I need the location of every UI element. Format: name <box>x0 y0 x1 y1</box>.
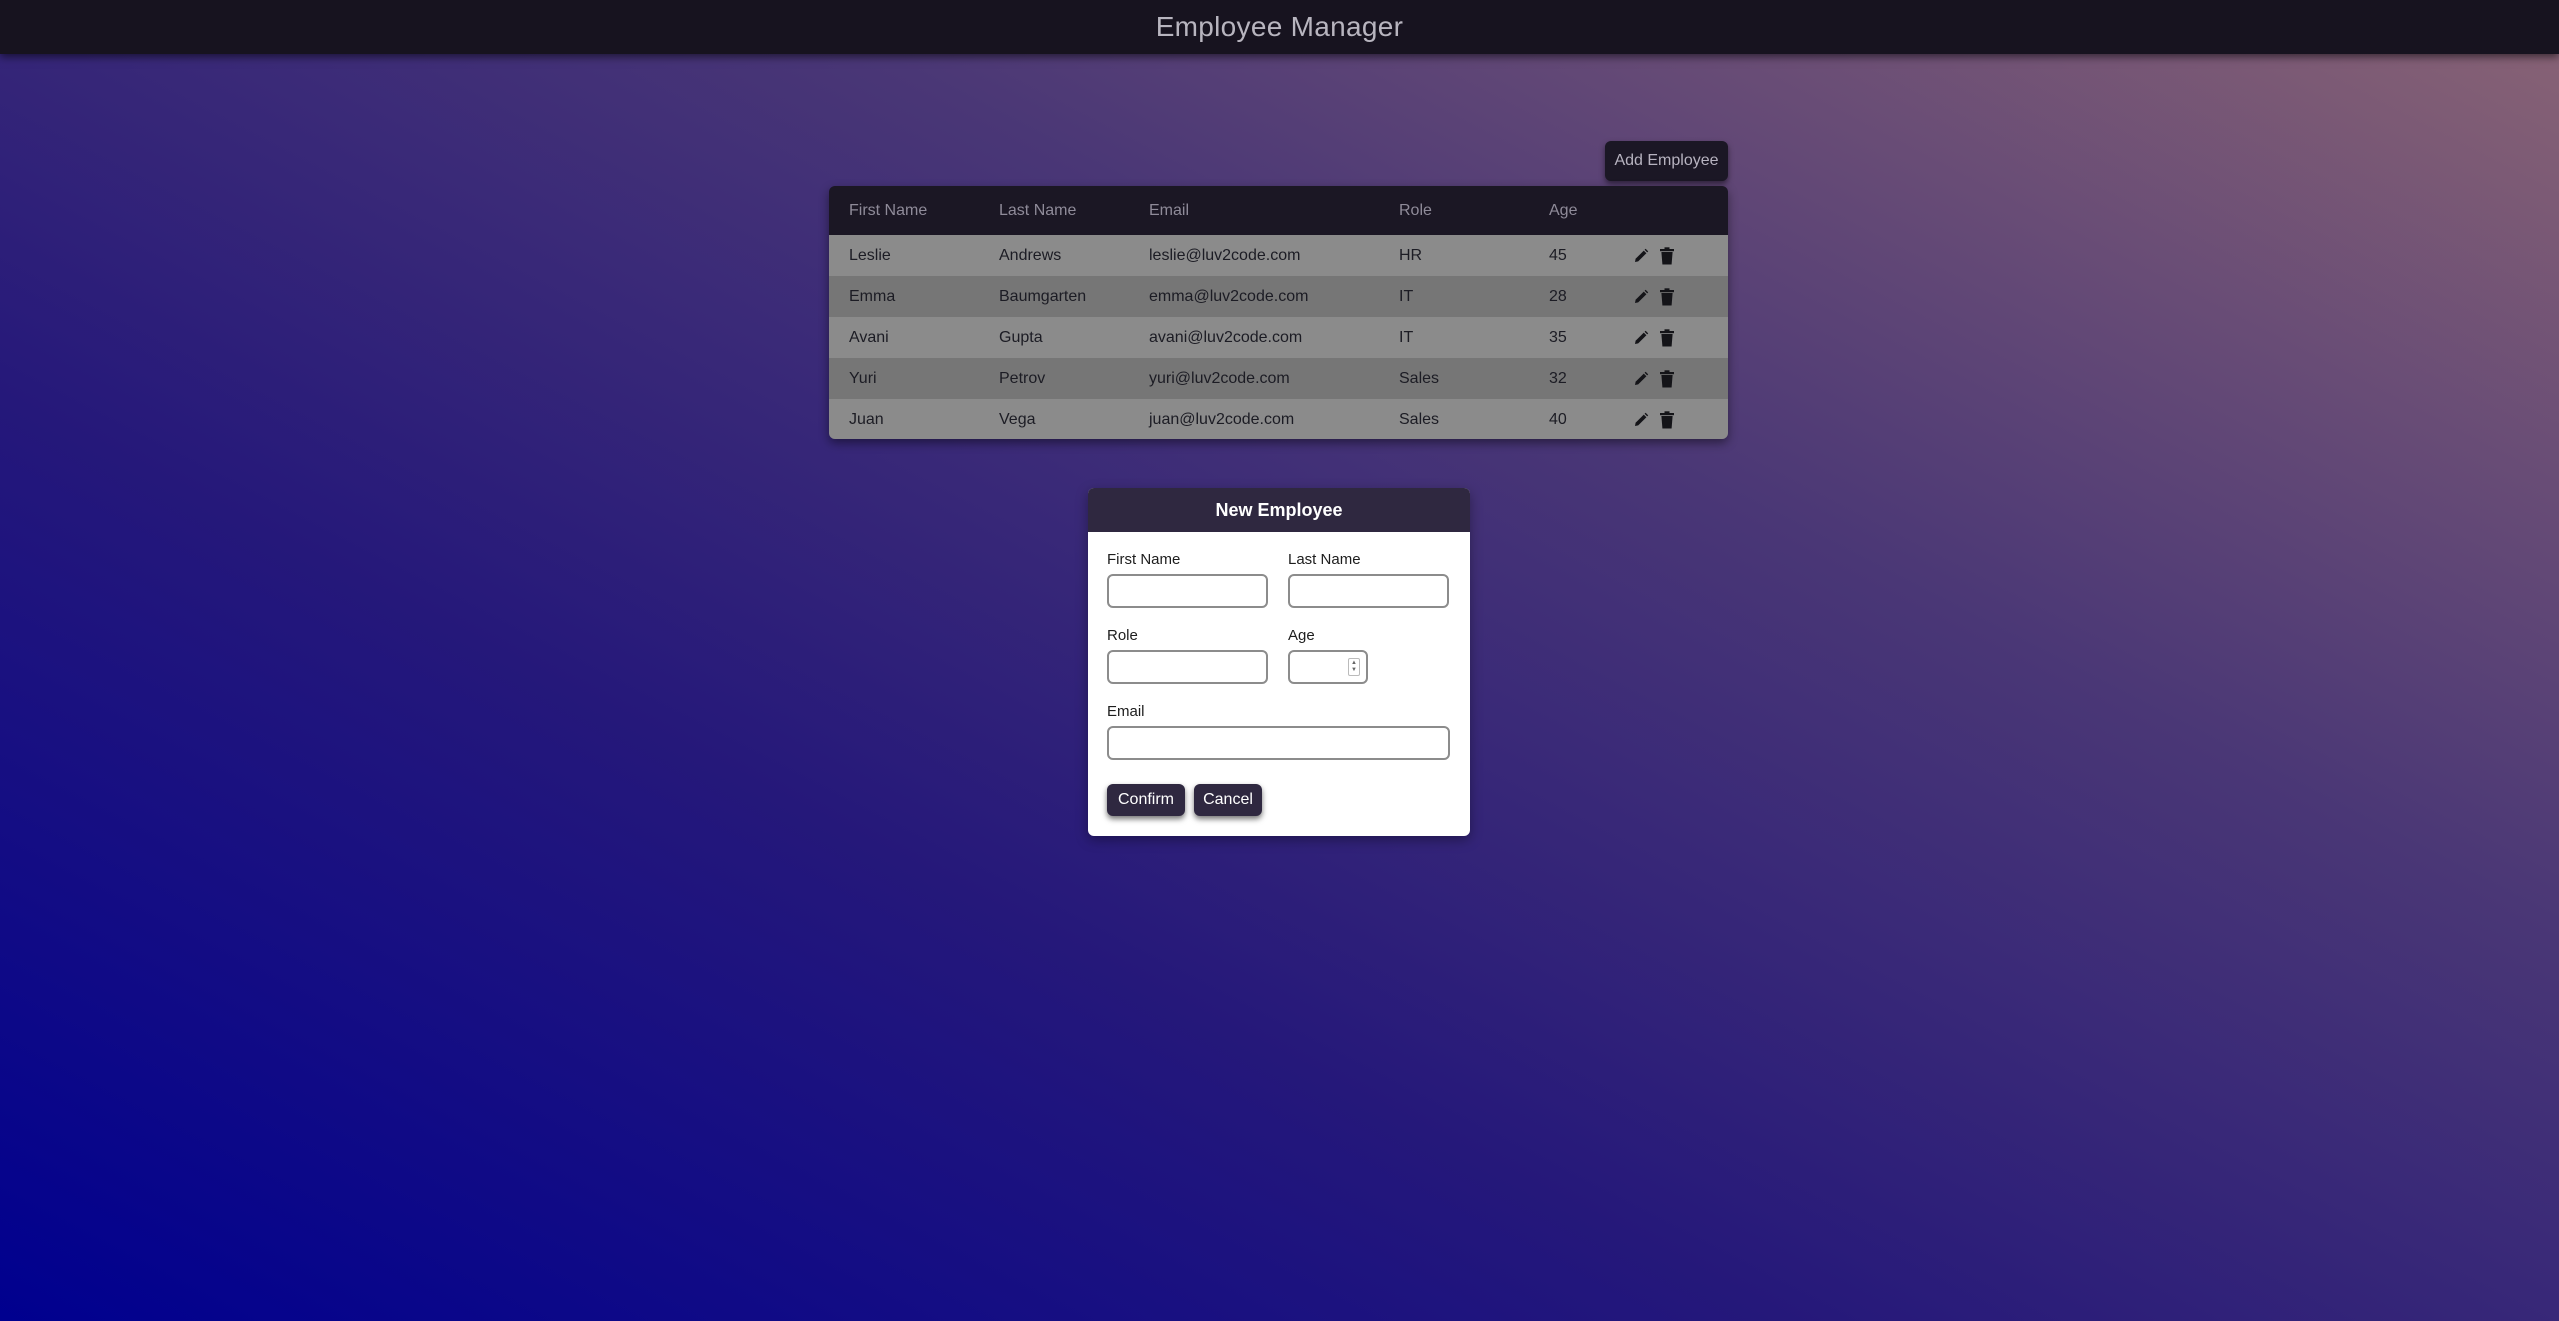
table-row: Avani Gupta avani@luv2code.com IT 35 <box>829 317 1728 358</box>
last-name-cell: Petrov <box>999 369 1046 387</box>
trash-icon[interactable] <box>1655 244 1679 268</box>
app-title: Employee Manager <box>1155 11 1404 42</box>
first-name-cell: Yuri <box>849 369 877 387</box>
pencil-icon[interactable] <box>1629 408 1653 432</box>
app-header: Employee Manager <box>0 0 2559 54</box>
column-header-last-name: Last Name <box>999 201 1077 219</box>
stepper-arrows-icon[interactable]: ▲ ▼ <box>1348 658 1360 676</box>
pencil-icon[interactable] <box>1629 326 1653 350</box>
table-header-row: First Name Last Name Email Role Age <box>829 186 1728 235</box>
role-cell: Sales <box>1399 410 1440 428</box>
table-row: Emma Baumgarten emma@luv2code.com IT 28 <box>829 276 1728 317</box>
age-cell: 35 <box>1549 328 1567 346</box>
first-name-cell: Leslie <box>849 246 891 264</box>
last-name-label: Last Name <box>1288 551 1361 568</box>
role-input[interactable] <box>1107 650 1268 684</box>
last-name-cell: Andrews <box>999 246 1062 264</box>
age-cell: 40 <box>1549 410 1567 428</box>
table-row: Yuri Petrov yuri@luv2code.com Sales 32 <box>829 358 1728 399</box>
new-employee-dialog: New Employee First Name Last Name Role A… <box>1088 488 1470 836</box>
column-header-role: Role <box>1399 201 1432 219</box>
first-name-cell: Emma <box>849 287 896 305</box>
role-cell: HR <box>1399 246 1423 264</box>
email-cell: juan@luv2code.com <box>1149 410 1295 428</box>
pencil-icon[interactable] <box>1629 285 1653 309</box>
trash-icon[interactable] <box>1655 408 1679 432</box>
dialog-title: New Employee <box>1088 488 1470 532</box>
email-cell: leslie@luv2code.com <box>1149 246 1301 264</box>
last-name-input[interactable] <box>1288 574 1449 608</box>
first-name-input[interactable] <box>1107 574 1268 608</box>
age-label: Age <box>1288 627 1315 644</box>
row-actions <box>1629 358 1728 399</box>
last-name-cell: Gupta <box>999 328 1043 346</box>
column-header-first-name: First Name <box>849 201 928 219</box>
table-row: Juan Vega juan@luv2code.com Sales 40 <box>829 399 1728 439</box>
first-name-cell: Juan <box>849 410 884 428</box>
first-name-cell: Avani <box>849 328 889 346</box>
column-header-email: Email <box>1149 201 1190 219</box>
trash-icon[interactable] <box>1655 367 1679 391</box>
first-name-label: First Name <box>1107 551 1181 568</box>
row-actions <box>1629 317 1728 358</box>
confirm-button[interactable]: Confirm <box>1107 784 1185 816</box>
trash-icon[interactable] <box>1655 326 1679 350</box>
age-cell: 45 <box>1549 246 1567 264</box>
email-cell: avani@luv2code.com <box>1149 328 1303 346</box>
row-actions <box>1629 399 1728 439</box>
add-employee-button[interactable]: Add Employee <box>1605 141 1728 181</box>
email-cell: emma@luv2code.com <box>1149 287 1309 305</box>
row-actions <box>1629 276 1728 317</box>
last-name-cell: Vega <box>999 410 1036 428</box>
pencil-icon[interactable] <box>1629 244 1653 268</box>
trash-icon[interactable] <box>1655 285 1679 309</box>
role-cell: Sales <box>1399 369 1440 387</box>
cancel-button[interactable]: Cancel <box>1194 784 1262 816</box>
employee-table: First Name Last Name Email Role Age Lesl… <box>829 186 1728 439</box>
age-stepper[interactable]: ▲ ▼ <box>1288 650 1368 684</box>
email-input[interactable] <box>1107 726 1450 760</box>
column-header-age: Age <box>1549 201 1578 219</box>
email-label: Email <box>1107 703 1145 720</box>
age-cell: 32 <box>1549 369 1567 387</box>
role-cell: IT <box>1399 328 1414 346</box>
last-name-cell: Baumgarten <box>999 287 1087 305</box>
age-cell: 28 <box>1549 287 1567 305</box>
row-actions <box>1629 235 1728 276</box>
table-row: Leslie Andrews leslie@luv2code.com HR 45 <box>829 235 1728 276</box>
column-header-actions <box>1629 186 1728 235</box>
email-cell: yuri@luv2code.com <box>1149 369 1290 387</box>
role-label: Role <box>1107 627 1138 644</box>
role-cell: IT <box>1399 287 1414 305</box>
pencil-icon[interactable] <box>1629 367 1653 391</box>
